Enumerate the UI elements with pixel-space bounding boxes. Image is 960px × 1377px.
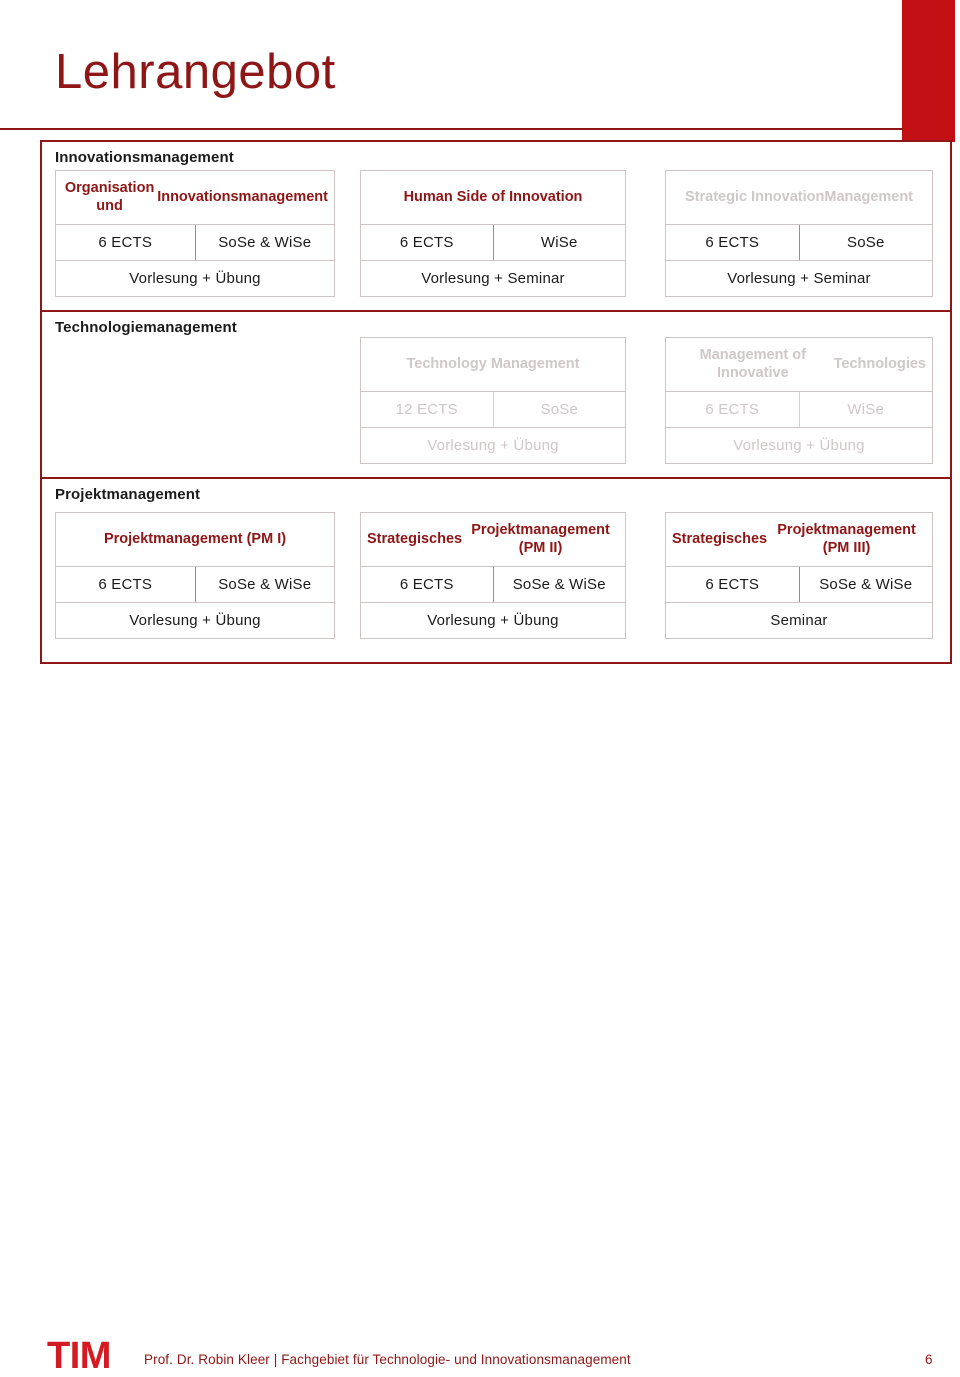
course-card-title: Management of Innovative Technologies — [666, 338, 932, 392]
course-title-line-2: Management — [824, 188, 914, 205]
course-ects: 6 ECTS — [666, 225, 800, 260]
course-card-title: Technology Management — [361, 338, 625, 392]
course-title-line-2: Projektmanagement (PM III) — [777, 521, 916, 556]
course-format: Vorlesung + Übung — [129, 270, 261, 287]
course-card-title: Human Side of Innovation — [361, 171, 625, 225]
course-format: Vorlesung + Übung — [733, 437, 865, 454]
course-format: Vorlesung + Übung — [427, 437, 559, 454]
course-card-meta-row: 6 ECTS SoSe & WiSe — [361, 567, 625, 603]
card-row: Organisation und Innovationsmanagement 6… — [42, 142, 950, 310]
course-catalog: Innovationsmanagement Organisation und I… — [40, 140, 952, 664]
course-term: SoSe — [540, 401, 578, 418]
course-term: SoSe — [847, 234, 885, 251]
course-title-line-1: Strategisches — [367, 530, 463, 547]
course-card-organisation-und-innovationsmanagement[interactable]: Organisation und Innovationsmanagement 6… — [55, 170, 335, 297]
course-card-title: Strategisches Projektmanagement (PM III) — [666, 513, 932, 567]
course-card-strategisches-projektmanagement-pm-ii[interactable]: Strategisches Projektmanagement (PM II) … — [360, 512, 626, 639]
course-title-line-2: Projektmanagement (PM II) — [471, 521, 610, 556]
section-technologiemanagement: Technologiemanagement Technology Managem… — [42, 312, 950, 479]
course-term: SoSe & WiSe — [512, 576, 606, 593]
tim-logo: TIM — [47, 1335, 111, 1377]
course-term: WiSe — [540, 234, 578, 251]
course-card-title: Organisation und Innovationsmanagement — [56, 171, 334, 225]
course-card-technology-management[interactable]: Technology Management 12 ECTS SoSe Vorle… — [360, 337, 626, 464]
course-title-line-2: Innovationsmanagement — [157, 188, 328, 205]
course-card-meta-row: 6 ECTS WiSe — [361, 225, 625, 261]
course-card-strategic-innovation-management[interactable]: Strategic Innovation Management 6 ECTS S… — [665, 170, 933, 297]
course-format: Seminar — [770, 612, 828, 629]
course-card-title: Projektmanagement (PM I) — [56, 513, 334, 567]
course-card-meta-row: 12 ECTS SoSe — [361, 392, 625, 428]
course-card-title: Strategic Innovation Management — [666, 171, 932, 225]
course-card-management-of-innovative-technologies[interactable]: Management of Innovative Technologies 6 … — [665, 337, 933, 464]
course-card-human-side-of-innovation[interactable]: Human Side of Innovation 6 ECTS WiSe Vor… — [360, 170, 626, 297]
course-title-line-1: Organisation und — [64, 179, 155, 214]
course-ects: 12 ECTS — [361, 392, 494, 427]
course-term: SoSe & WiSe — [819, 576, 913, 593]
course-format: Vorlesung + Seminar — [421, 270, 565, 287]
course-title-line-1: Strategisches — [672, 530, 768, 547]
section-projektmanagement: Projektmanagement Projektmanagement (PM … — [42, 479, 950, 662]
course-title-line-1: Strategic Innovation — [684, 188, 825, 205]
course-term: SoSe & WiSe — [218, 576, 312, 593]
course-format: Vorlesung + Seminar — [727, 270, 871, 287]
course-title-line-1: Management of Innovative — [699, 346, 806, 381]
course-card-meta-row: 6 ECTS SoSe & WiSe — [56, 225, 334, 261]
course-term: WiSe — [847, 401, 885, 418]
course-ects: 6 ECTS — [56, 567, 196, 602]
course-card-title: Strategisches Projektmanagement (PM II) — [361, 513, 625, 567]
card-row: Projektmanagement (PM I) 6 ECTS SoSe & W… — [42, 479, 950, 662]
course-card-meta-row: 6 ECTS WiSe — [666, 392, 932, 428]
page-number: 6 — [925, 1352, 933, 1367]
course-format: Vorlesung + Übung — [129, 612, 261, 629]
course-ects: 6 ECTS — [666, 567, 800, 602]
section-innovationsmanagement: Innovationsmanagement Organisation und I… — [42, 142, 950, 312]
card-row: Technology Management 12 ECTS SoSe Vorle… — [42, 312, 950, 477]
course-card-projektmanagement-pm-i[interactable]: Projektmanagement (PM I) 6 ECTS SoSe & W… — [55, 512, 335, 639]
course-term: SoSe & WiSe — [218, 234, 312, 251]
course-title-line-2: Technologies — [833, 355, 926, 372]
course-title-line-1: Projektmanagement (PM I) — [103, 530, 287, 547]
course-card-meta-row: 6 ECTS SoSe & WiSe — [666, 567, 932, 603]
slide-footer: TIM Prof. Dr. Robin Kleer | Fachgebiet f… — [0, 666, 960, 1375]
title-divider — [0, 128, 903, 130]
course-card-meta-row: 6 ECTS SoSe — [666, 225, 932, 261]
course-ects: 6 ECTS — [361, 225, 494, 260]
course-card-meta-row: 6 ECTS SoSe & WiSe — [56, 567, 334, 603]
course-ects: 6 ECTS — [361, 567, 494, 602]
accent-bar-decoration — [902, 0, 955, 142]
course-title-line-1: Technology Management — [406, 355, 580, 372]
course-card-strategisches-projektmanagement-pm-iii[interactable]: Strategisches Projektmanagement (PM III)… — [665, 512, 933, 639]
course-ects: 6 ECTS — [666, 392, 800, 427]
course-title-line-1: Human Side of Innovation — [403, 188, 583, 205]
course-ects: 6 ECTS — [56, 225, 196, 260]
page-title: Lehrangebot — [55, 45, 336, 99]
footer-attribution: Prof. Dr. Robin Kleer | Fachgebiet für T… — [144, 1352, 631, 1367]
course-format: Vorlesung + Übung — [427, 612, 559, 629]
